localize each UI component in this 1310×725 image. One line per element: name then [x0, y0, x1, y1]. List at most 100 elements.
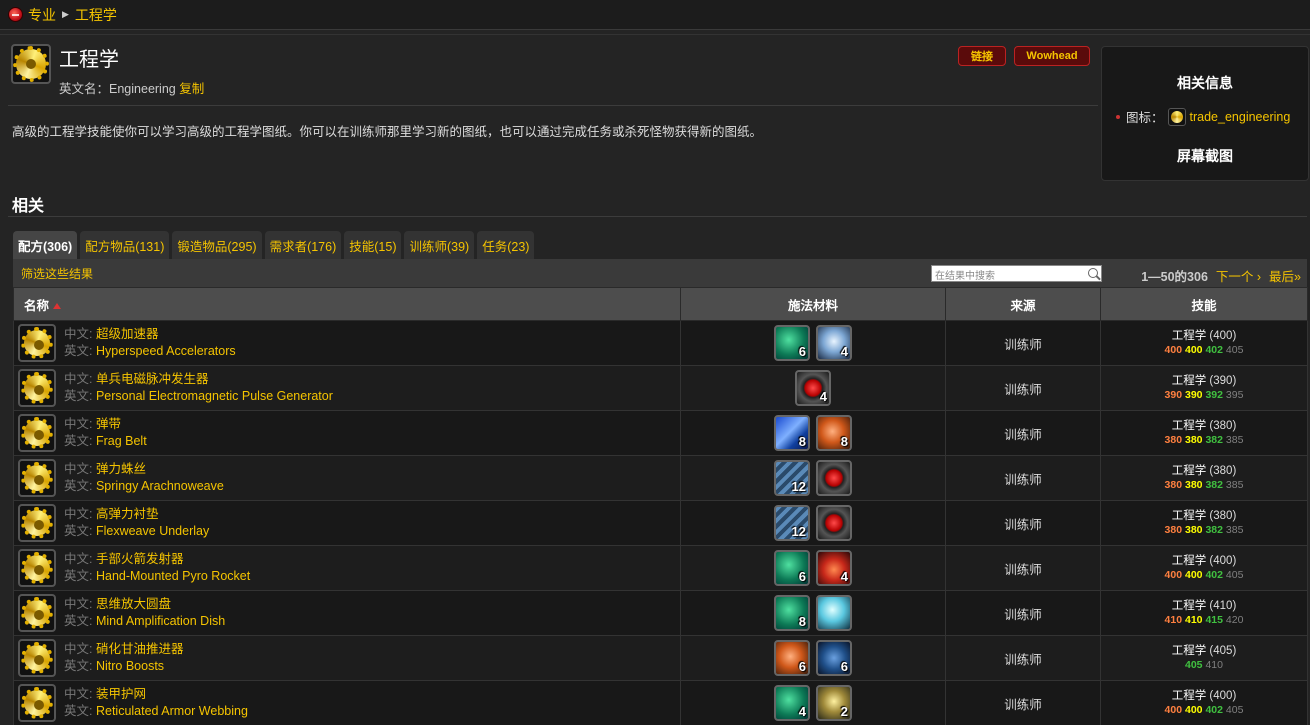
filter-results-link[interactable]: 筛选这些结果 [21, 265, 93, 282]
tab-crafted-items[interactable]: 锻造物品(295) [172, 231, 262, 259]
cn-prefix: 中文: [64, 372, 93, 386]
reagent-green-gem-icon[interactable]: 8 [774, 595, 810, 631]
recipe-name-en[interactable]: Springy Arachnoweave [96, 479, 224, 493]
table-row[interactable]: 中文: 硝化甘油推进器 英文: Nitro Boosts 66 训练师 工程学 … [13, 635, 1308, 681]
recipe-name-cn[interactable]: 高弹力衬垫 [96, 507, 159, 521]
recipe-name-cn[interactable]: 思维放大圆盘 [96, 597, 171, 611]
table-row[interactable]: 中文: 单兵电磁脉冲发生器 英文: Personal Electromagnet… [13, 365, 1308, 411]
reagent-orb-icon[interactable] [816, 595, 852, 631]
tab-trainers[interactable]: 训练师(39) [404, 231, 475, 259]
skill-name[interactable]: 工程学 [1172, 510, 1207, 522]
reagent-quantity: 12 [791, 524, 806, 539]
reagent-green-gem-icon[interactable]: 4 [774, 685, 810, 721]
search-input[interactable]: 在结果中搜索 [931, 265, 1102, 282]
skill-cell: 工程学 (410) 410 410 415 420 [1100, 590, 1308, 636]
recipe-name-en[interactable]: Mind Amplification Dish [96, 614, 225, 628]
recipe-gear-icon[interactable] [18, 684, 56, 722]
skill-name[interactable]: 工程学 [1172, 555, 1207, 567]
reagent-green-gem-icon[interactable]: 6 [774, 550, 810, 586]
recipe-name-cn[interactable]: 手部火箭发射器 [96, 552, 184, 566]
table-row[interactable]: 中文: 弹力蛛丝 英文: Springy Arachnoweave 12 训练师… [13, 455, 1308, 501]
reagent-crystal-icon[interactable]: 4 [816, 325, 852, 361]
recipe-gear-icon[interactable] [18, 639, 56, 677]
skill-level-green: 402 [1205, 344, 1223, 356]
reagent-red-orb-icon[interactable]: 4 [795, 370, 831, 406]
reagent-orange-ore-icon[interactable]: 6 [774, 640, 810, 676]
column-header-skill[interactable]: 技能 [1100, 287, 1308, 321]
reagent-fire-icon[interactable]: 4 [816, 550, 852, 586]
tab-recipes[interactable]: 配方(306) [13, 231, 78, 259]
recipe-gear-icon[interactable] [18, 414, 56, 452]
table-row[interactable]: 中文: 超级加速器 英文: Hyperspeed Accelerators 64… [13, 320, 1308, 366]
skill-name[interactable]: 工程学 [1172, 600, 1207, 612]
tab-skills[interactable]: 技能(15) [344, 231, 402, 259]
recipe-name-en[interactable]: Hyperspeed Accelerators [96, 344, 236, 358]
reagent-orange-ore-icon[interactable]: 8 [816, 415, 852, 451]
recipe-gear-icon[interactable] [18, 549, 56, 587]
recipe-name-cn[interactable]: 硝化甘油推进器 [96, 642, 184, 656]
recipe-name-cn[interactable]: 弹带 [96, 417, 121, 431]
reagent-red-orb-icon[interactable] [816, 460, 852, 496]
trade-engineering-icon[interactable] [1167, 107, 1186, 126]
chevron-right-icon: ▶ [62, 9, 69, 19]
column-header-source[interactable]: 来源 [945, 287, 1101, 321]
next-page-link[interactable]: 下一个 › [1216, 266, 1261, 285]
skill-requirement: (400) [1209, 690, 1237, 702]
reagent-red-orb-icon[interactable] [816, 505, 852, 541]
icon-info-row: 图标： trade_engineering [1116, 107, 1290, 126]
tab-quests[interactable]: 任务(23) [477, 231, 535, 259]
table-row[interactable]: 中文: 思维放大圆盘 英文: Mind Amplification Dish 8… [13, 590, 1308, 636]
recipe-name-cn[interactable]: 装甲护网 [96, 687, 146, 701]
recipe-gear-icon[interactable] [18, 369, 56, 407]
en-prefix: 英文: [64, 569, 93, 583]
icon-name-link[interactable]: trade_engineering [1190, 110, 1291, 124]
recipe-name-en[interactable]: Personal Electromagnetic Pulse Generator [96, 389, 333, 403]
skill-name[interactable]: 工程学 [1172, 375, 1207, 387]
search-icon[interactable] [1088, 268, 1098, 278]
skill-name[interactable]: 工程学 [1172, 420, 1207, 432]
recipe-gear-icon[interactable] [18, 594, 56, 632]
en-prefix: 英文: [64, 614, 93, 628]
tab-required-by[interactable]: 需求者(176) [264, 231, 342, 259]
recipe-name-cn[interactable]: 弹力蛛丝 [96, 462, 146, 476]
recipe-name-en[interactable]: Hand-Mounted Pyro Rocket [96, 569, 250, 583]
table-row[interactable]: 中文: 弹带 英文: Frag Belt 88 训练师 工程学 (380) 38… [13, 410, 1308, 456]
reagent-cloth-icon[interactable]: 12 [774, 505, 810, 541]
reagent-blue-bar-icon[interactable]: 8 [774, 415, 810, 451]
site-logo-icon[interactable] [8, 7, 23, 22]
recipe-name-en[interactable]: Flexweave Underlay [96, 524, 209, 538]
last-page-link[interactable]: 最后» [1269, 266, 1301, 285]
page-title: 工程学 [59, 49, 119, 71]
reagent-bolt-icon[interactable]: 6 [816, 640, 852, 676]
recipe-name-cn[interactable]: 单兵电磁脉冲发生器 [96, 372, 209, 386]
table-row[interactable]: 中文: 手部火箭发射器 英文: Hand-Mounted Pyro Rocket… [13, 545, 1308, 591]
skill-name[interactable]: 工程学 [1172, 645, 1207, 657]
recipe-gear-icon[interactable] [18, 324, 56, 362]
column-header-reagents[interactable]: 施法材料 [680, 287, 946, 321]
wowhead-button[interactable]: Wowhead [1014, 46, 1090, 66]
copy-link[interactable]: 复制 [179, 82, 204, 96]
english-name-value: Engineering [109, 82, 176, 96]
skill-name[interactable]: 工程学 [1172, 465, 1207, 477]
recipe-source: 训练师 [945, 365, 1101, 411]
recipe-gear-icon[interactable] [18, 459, 56, 497]
reagent-green-gem-icon[interactable]: 6 [774, 325, 810, 361]
recipe-name-en[interactable]: Nitro Boosts [96, 659, 164, 673]
skill-level-green: 382 [1205, 524, 1223, 536]
reagent-shield-icon[interactable]: 2 [816, 685, 852, 721]
breadcrumb-item-engineering[interactable]: 工程学 [75, 5, 117, 25]
recipe-name-en[interactable]: Frag Belt [96, 434, 147, 448]
link-button[interactable]: 链接 [958, 46, 1006, 66]
recipe-name-en[interactable]: Reticulated Armor Webbing [96, 704, 248, 718]
recipe-name-cn[interactable]: 超级加速器 [96, 327, 159, 341]
table-row[interactable]: 中文: 高弹力衬垫 英文: Flexweave Underlay 12 训练师 … [13, 500, 1308, 546]
tab-recipe-items[interactable]: 配方物品(131) [80, 231, 170, 259]
skill-name[interactable]: 工程学 [1172, 330, 1207, 342]
breadcrumb-item-professions[interactable]: 专业 [28, 5, 56, 25]
recipe-source: 训练师 [945, 590, 1101, 636]
table-row[interactable]: 中文: 装甲护网 英文: Reticulated Armor Webbing 4… [13, 680, 1308, 725]
skill-name[interactable]: 工程学 [1172, 690, 1207, 702]
recipe-gear-icon[interactable] [18, 504, 56, 542]
reagent-cloth-icon[interactable]: 12 [774, 460, 810, 496]
column-header-name[interactable]: 名称 [13, 287, 681, 321]
